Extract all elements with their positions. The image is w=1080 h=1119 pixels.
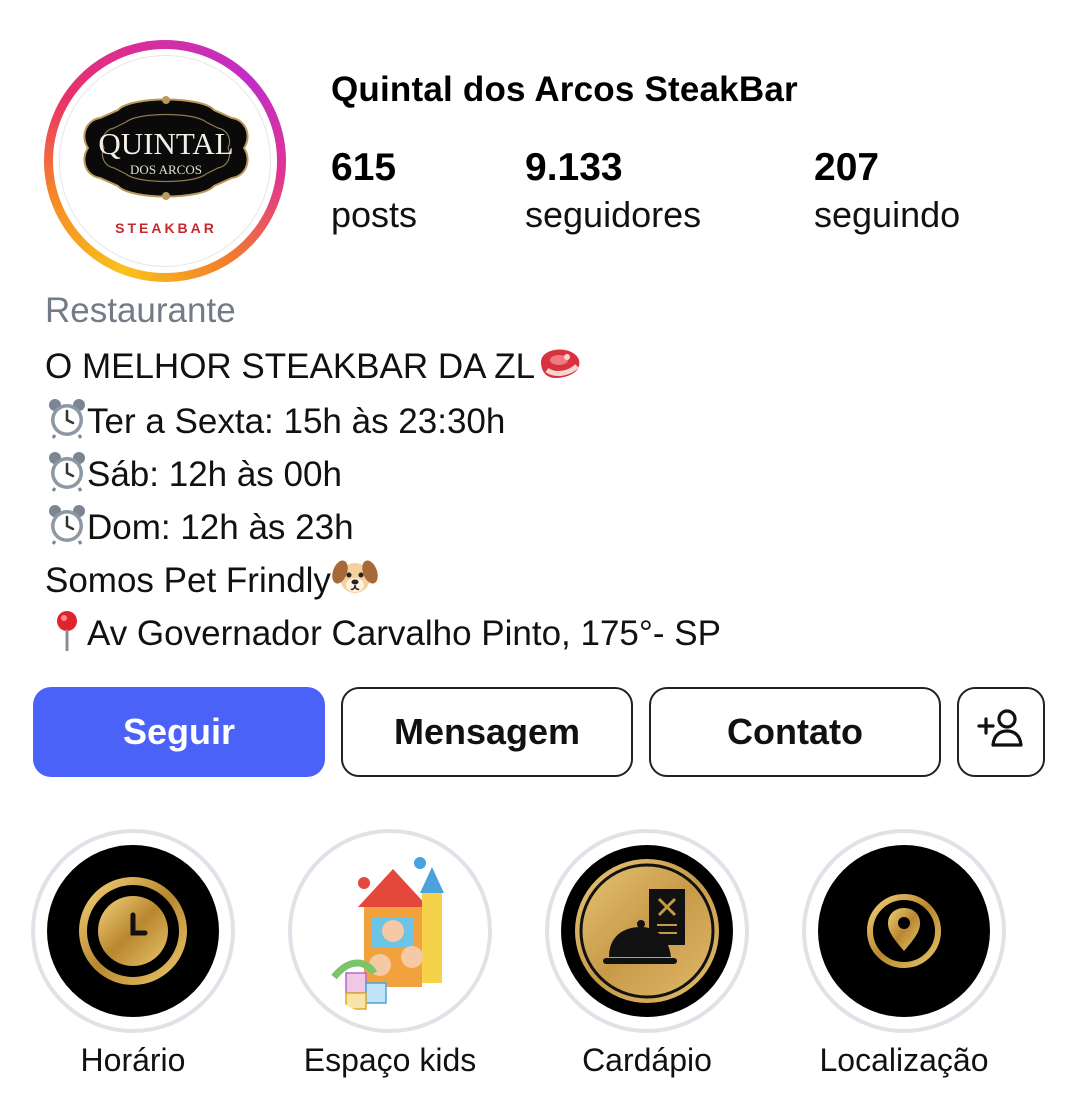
- profile-name: Quintal dos Arcos SteakBar: [331, 70, 798, 109]
- alarm-clock-icon: [45, 450, 87, 492]
- stat-posts[interactable]: 615 posts: [331, 146, 417, 236]
- bio-hours-saturday-text: Sáb: 12h às 00h: [87, 455, 342, 494]
- alarm-clock-icon: [45, 503, 87, 545]
- bio-line-tagline: O MELHOR STEAKBAR DA ZL: [45, 344, 580, 387]
- bio-address-text: Av Governador Carvalho Pinto, 175°- SP: [87, 614, 721, 653]
- message-button-label: Mensagem: [393, 711, 581, 752]
- stat-posts-label: posts: [331, 194, 418, 235]
- kids-playhouse-image: [304, 845, 476, 1017]
- logo-word-dos-arcos: DOS ARCOS: [130, 162, 202, 177]
- contact-button-label: Contato: [727, 711, 863, 752]
- bio-line-hours-saturday: Sáb: 12h às 00h: [45, 450, 342, 495]
- meat-emoji-icon: [535, 344, 580, 384]
- suggested-accounts-button[interactable]: [957, 687, 1045, 777]
- follow-button[interactable]: Seguir: [33, 687, 325, 777]
- highlight-cardapio[interactable]: [545, 829, 749, 1033]
- bio-line-hours-sunday: Dom: 12h às 23h: [45, 503, 354, 548]
- dog-face-icon: [331, 556, 378, 596]
- bio-pet-text: Somos Pet Frindly: [45, 561, 331, 600]
- alarm-clock-icon: [45, 397, 87, 439]
- stat-following-label: seguindo: [814, 194, 961, 235]
- stat-following[interactable]: 207 seguindo: [814, 146, 960, 236]
- bio-tagline-text: O MELHOR STEAKBAR DA ZL: [45, 347, 536, 386]
- highlight-localizacao-label: Localização: [819, 1042, 989, 1078]
- bio-hours-sunday-text: Dom: 12h às 23h: [87, 508, 354, 547]
- highlight-horario-label: Horário: [80, 1042, 186, 1078]
- profile-avatar[interactable]: QUINTAL DOS ARCOS STEAKBAR: [44, 40, 286, 282]
- highlight-horario[interactable]: [31, 829, 235, 1033]
- add-person-icon: [975, 706, 1027, 759]
- highlight-espaco-kids-label: Espaço kids: [303, 1042, 477, 1078]
- clock-icon: [47, 845, 219, 1017]
- restaurant-logo: QUINTAL DOS ARCOS STEAKBAR: [59, 55, 271, 267]
- round-pushpin-icon: [45, 609, 87, 652]
- stat-posts-count: 615: [331, 146, 397, 189]
- stat-following-count: 207: [814, 146, 880, 189]
- highlight-localizacao[interactable]: [802, 829, 1006, 1033]
- highlight-cardapio-label: Cardápio: [582, 1042, 712, 1078]
- bio-line-hours-weekday: Ter a Sexta: 15h às 23:30h: [45, 397, 505, 442]
- logo-word-steakbar: STEAKBAR: [115, 220, 217, 236]
- stat-followers-label: seguidores: [525, 194, 702, 235]
- follow-button-label: Seguir: [122, 711, 236, 752]
- logo-word-quintal: QUINTAL: [98, 126, 233, 161]
- bio-category: Restaurante: [45, 291, 236, 330]
- bio-line-pet-friendly: Somos Pet Frindly: [45, 556, 378, 601]
- stat-followers[interactable]: 9.133 seguidores: [525, 146, 701, 236]
- bio-line-address: Av Governador Carvalho Pinto, 175°- SP: [45, 609, 721, 654]
- highlight-espaco-kids[interactable]: [288, 829, 492, 1033]
- contact-button[interactable]: Contato: [649, 687, 941, 777]
- menu-cloche-icon: [561, 845, 733, 1017]
- message-button[interactable]: Mensagem: [341, 687, 633, 777]
- location-pin-icon: [818, 845, 990, 1017]
- bio-hours-weekday-text: Ter a Sexta: 15h às 23:30h: [87, 402, 506, 441]
- stat-followers-count: 9.133: [525, 146, 623, 189]
